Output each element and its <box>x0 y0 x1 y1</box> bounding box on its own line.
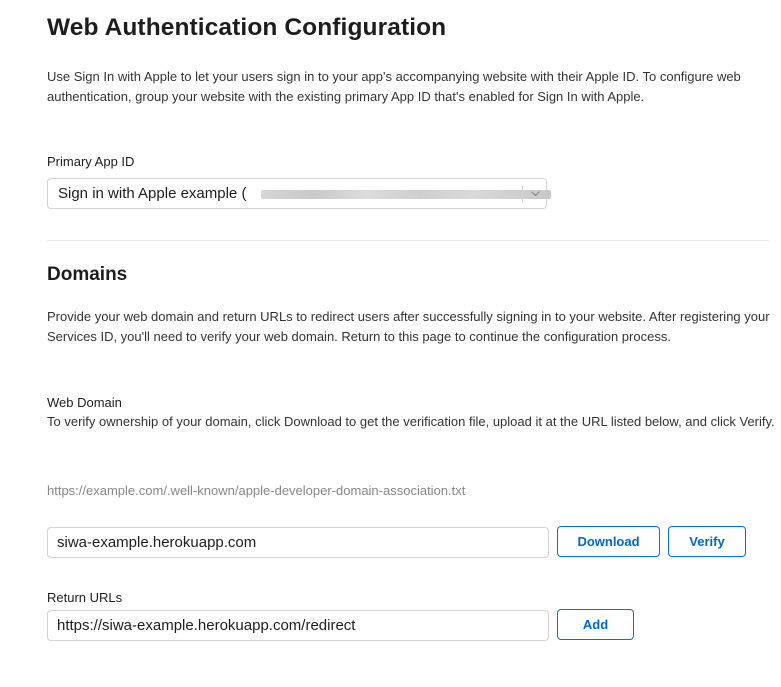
return-url-input[interactable] <box>47 610 549 641</box>
section-divider <box>47 240 769 241</box>
page-title: Web Authentication Configuration <box>47 14 447 41</box>
verification-url-hint: https://example.com/.well-known/apple-de… <box>47 483 466 498</box>
return-urls-label: Return URLs <box>47 590 123 605</box>
domains-description: Provide your web domain and return URLs … <box>47 309 770 344</box>
add-button[interactable]: Add <box>557 609 634 640</box>
web-auth-config-page: Web Authentication Configuration Use Sig… <box>0 0 781 687</box>
verify-button[interactable]: Verify <box>668 526 746 557</box>
domains-heading: Domains <box>47 264 128 285</box>
chevron-down-icon[interactable] <box>529 185 541 202</box>
web-domain-help: To verify ownership of your domain, clic… <box>47 414 775 429</box>
download-button[interactable]: Download <box>557 526 660 557</box>
web-domain-input[interactable] <box>47 527 549 558</box>
redacted-app-id <box>261 190 551 199</box>
primary-app-id-label: Primary App ID <box>47 154 135 169</box>
web-auth-description: Use Sign In with Apple to let your users… <box>47 69 741 104</box>
select-divider <box>522 185 523 202</box>
primary-app-id-select[interactable]: Sign in with Apple example ( <box>47 178 551 209</box>
web-domain-label: Web Domain <box>47 395 122 410</box>
primary-app-id-value: Sign in with Apple example ( <box>58 185 247 202</box>
